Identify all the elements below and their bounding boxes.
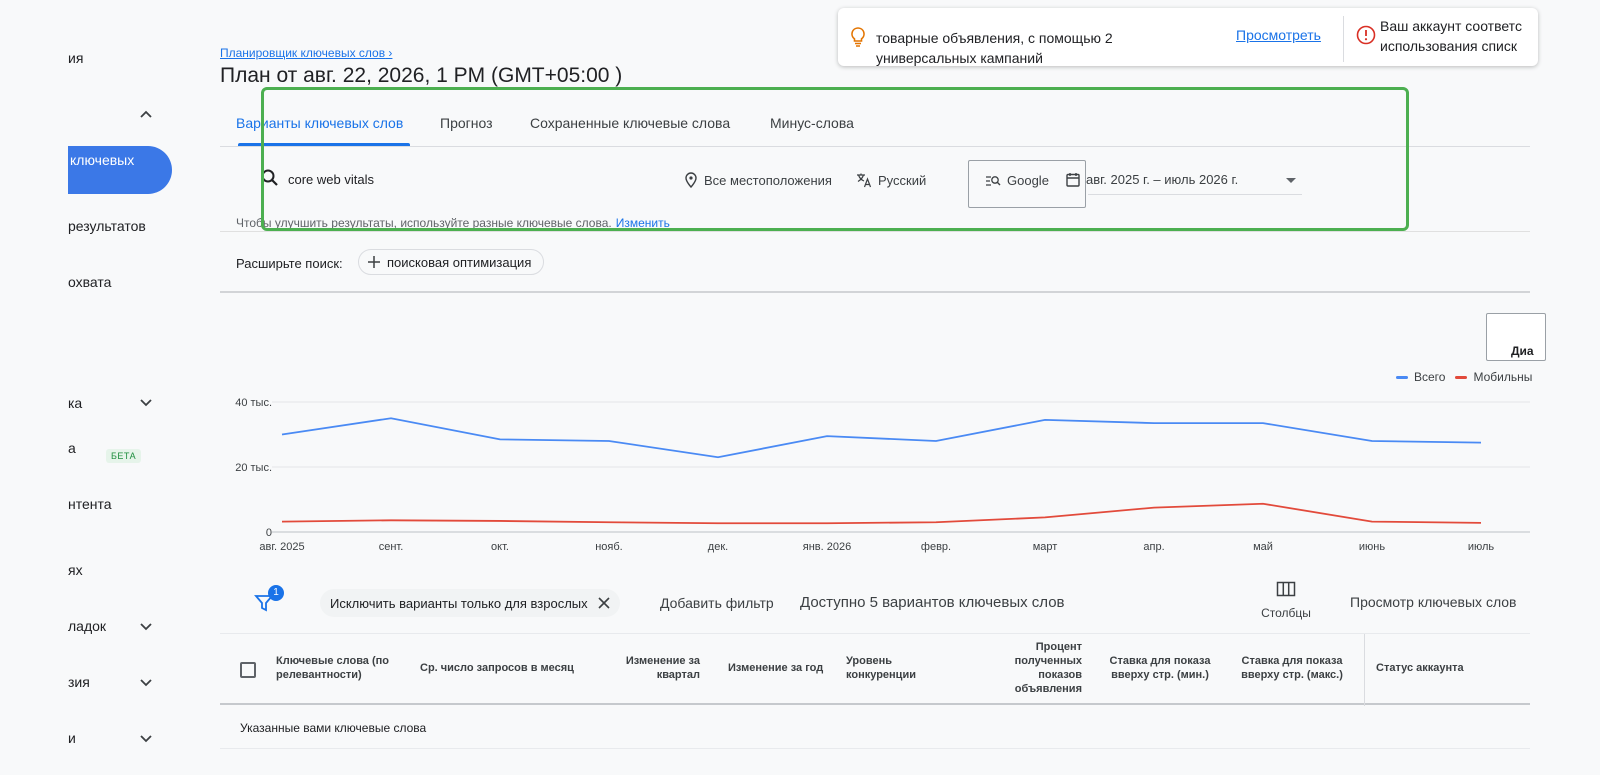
x-tick-label: июль [1468, 541, 1495, 553]
date-range-filter[interactable]: авг. 2025 г. – июль 2026 г. [1066, 172, 1238, 187]
row-group-label: Указанные вами ключевые слова [240, 721, 427, 735]
notification-text: товарные объявления, с помощью 2 универс… [876, 30, 1113, 66]
available-count: Доступно 5 вариантов ключевых слов [800, 594, 1065, 611]
sidebar-item[interactable]: охвата [68, 274, 111, 290]
column-divider [1364, 634, 1365, 706]
tabs: Варианты ключевых слов Прогноз Сохраненн… [220, 95, 1530, 147]
sidebar-item[interactable]: а [68, 440, 76, 456]
col-header-avg-searches[interactable]: Ср. число запросов в месяц [420, 661, 600, 675]
columns-icon [1276, 581, 1296, 597]
chevron-up-icon[interactable] [138, 106, 154, 122]
sidebar-item[interactable]: результатов [68, 218, 146, 234]
beta-badge: БЕТА [106, 449, 142, 463]
x-tick-label: май [1253, 541, 1273, 553]
series-line-mobile[interactable] [281, 502, 1482, 525]
search-hint: Чтобы улучшить результаты, используйте р… [236, 216, 670, 230]
plus-icon [368, 256, 380, 268]
sidebar-item[interactable]: ка [68, 395, 82, 411]
x-tick-label: нояб. [595, 541, 623, 553]
suggestion-chip[interactable]: поисковая оптимизация [358, 249, 545, 275]
sidebar-item-keywords[interactable]: ключевых [68, 146, 172, 194]
sidebar: ия ключевых результатов охвата ка а БЕТА… [0, 0, 200, 775]
line-chart: 0 20 тыс. 40 тыс. авг. 2025 сент. окт. нояб. де… [235, 397, 1530, 553]
col-header-bid-low[interactable]: Ставка для показа вверху стр. (мин.) [1100, 654, 1220, 682]
adult-filter-chip[interactable]: Исключить варианты только для взрослых [320, 589, 620, 617]
notification-card: товарные объявления, с помощью 2 универс… [838, 8, 1538, 66]
account-notice-text: Ваш аккаунт соответс использования списк [1380, 18, 1522, 54]
expand-search-row: Расширьте поиск: поисковая оптимизация [220, 231, 1530, 293]
sidebar-item[interactable]: зия [68, 674, 90, 690]
search-icon [261, 169, 278, 186]
sidebar-item[interactable]: ия [68, 50, 83, 66]
calendar-icon [1066, 173, 1080, 187]
filter-count-badge: 1 [268, 585, 284, 601]
col-header-year-change[interactable]: Изменение за год [728, 661, 838, 675]
tab-saved-keywords[interactable]: Сохраненные ключевые слова [530, 115, 730, 131]
tab-negative-keywords[interactable]: Минус-слова [770, 115, 854, 131]
date-underline [1088, 194, 1302, 195]
chevron-down-icon[interactable] [138, 674, 154, 690]
search-bar: Все местоположения Русский Google авг. 2… [220, 148, 1530, 230]
series-line-total[interactable] [281, 417, 1482, 459]
col-header-bid-high[interactable]: Ставка для показа вверху стр. (макс.) [1228, 654, 1356, 682]
col-header-impression-share[interactable]: Процент полученных показов объявления [998, 640, 1082, 696]
sidebar-item[interactable]: и [68, 730, 76, 746]
page-title: План от авг. 22, 2026, 1 PM (GMT+05:00 ) [220, 64, 623, 87]
location-pin-icon [685, 172, 697, 188]
filter-row: 1 Исключить варианты только для взрослых… [220, 575, 1530, 633]
col-header-quarter-change[interactable]: Изменение за квартал [600, 654, 700, 682]
select-all-checkbox[interactable] [240, 662, 256, 678]
x-tick-label: авг. 2025 [259, 541, 304, 553]
x-tick-label: янв. 2026 [803, 541, 851, 553]
lightbulb-icon [851, 27, 865, 47]
location-filter[interactable]: Все местоположения [684, 172, 832, 188]
x-tick-label: март [1033, 541, 1058, 553]
sidebar-item-label: ключевых [70, 152, 135, 168]
columns-button[interactable]: Столбцы [1256, 581, 1316, 627]
table-row: Указанные вами ключевые слова [220, 707, 1530, 749]
x-tick-label: дек. [708, 541, 728, 553]
sidebar-item[interactable]: нтента [68, 496, 112, 512]
search-volume-chart: Диа Всего Мобильны 0 20 тыс. 40 тыс. авг. 2… [220, 295, 1546, 575]
x-tick-label: апр. [1143, 541, 1164, 553]
sidebar-item[interactable]: ладок [68, 618, 106, 634]
tab-keyword-ideas[interactable]: Варианты ключевых слов [236, 115, 403, 131]
view-link[interactable]: Просмотреть [1236, 27, 1321, 43]
chevron-down-icon[interactable] [138, 730, 154, 746]
edit-link[interactable]: Изменить [616, 216, 670, 230]
expand-label: Расширьте поиск: [236, 256, 343, 271]
active-tab-indicator [238, 143, 410, 146]
add-filter-button[interactable]: Добавить фильтр [660, 595, 774, 611]
search-input[interactable] [288, 168, 588, 190]
translate-icon [857, 173, 872, 188]
keyword-planner-screen: ия ключевых результатов охвата ка а БЕТА… [0, 0, 1600, 775]
y-tick-label: 20 тыс. [235, 462, 272, 474]
network-filter-content: Google [985, 173, 1049, 188]
dropdown-caret-icon[interactable] [1286, 178, 1296, 183]
divider [1343, 16, 1344, 62]
col-header-account-status[interactable]: Статус аккаунта [1376, 661, 1516, 675]
y-tick-label: 0 [266, 527, 272, 539]
main-panel: Варианты ключевых слов Прогноз Сохраненн… [220, 95, 1546, 775]
language-filter[interactable]: Русский [856, 172, 926, 188]
sidebar-item[interactable]: ях [68, 562, 83, 578]
chevron-down-icon[interactable] [138, 618, 154, 634]
search-network-icon [986, 175, 1001, 186]
col-header-competition[interactable]: Уровень конкуренции [846, 654, 946, 682]
y-tick-label: 40 тыс. [235, 397, 272, 409]
tab-forecast[interactable]: Прогноз [440, 115, 493, 131]
chevron-down-icon[interactable] [138, 394, 154, 410]
close-icon[interactable] [598, 597, 610, 609]
table-header: Ключевые слова (по релевантности) Ср. чи… [220, 633, 1530, 706]
col-header-keyword[interactable]: Ключевые слова (по релевантности) [276, 654, 406, 682]
breadcrumb[interactable]: Планировщик ключевых слов › [220, 46, 392, 60]
x-tick-label: сент. [379, 541, 404, 553]
x-tick-label: февр. [921, 541, 951, 553]
x-tick-label: июнь [1359, 541, 1385, 553]
x-tick-label: окт. [491, 541, 509, 553]
view-keywords-button[interactable]: Просмотр ключевых слов [1350, 594, 1517, 610]
error-icon [1356, 25, 1376, 45]
